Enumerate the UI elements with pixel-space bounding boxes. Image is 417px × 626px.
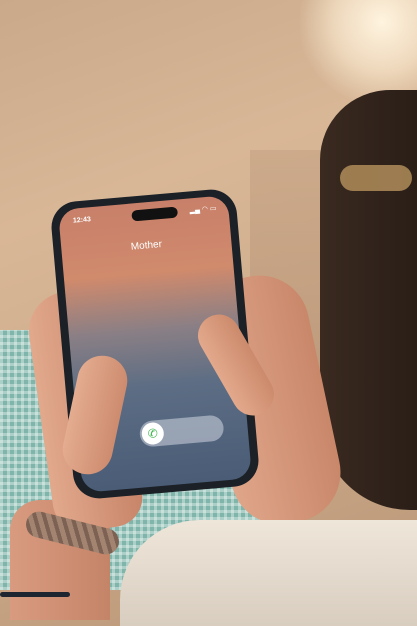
status-icons: ▂▄ ◠ ▭: [189, 205, 217, 215]
phone-icon[interactable]: ✆: [140, 421, 165, 446]
slide-to-answer[interactable]: ✆: [138, 414, 225, 448]
status-time: 12:43: [72, 216, 92, 225]
dynamic-island: [131, 206, 179, 222]
shoulder: [120, 520, 417, 626]
caller-name: Mother: [130, 239, 163, 253]
cord: [0, 592, 70, 597]
hair-clip: [340, 165, 412, 191]
